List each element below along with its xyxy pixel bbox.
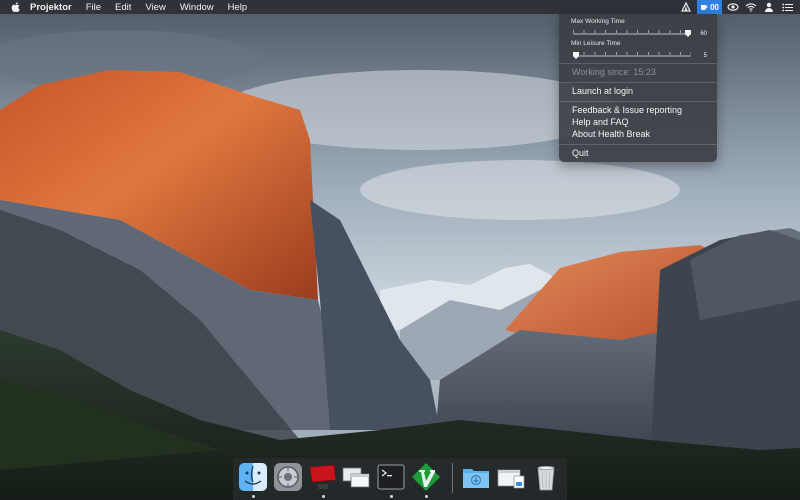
menu-window[interactable]: Window <box>180 2 214 13</box>
downloads-folder-icon[interactable] <box>461 462 491 492</box>
system-preferences-icon[interactable] <box>273 462 303 492</box>
trash-icon[interactable] <box>531 462 561 492</box>
max-working-time-control: Max Working Time 60 <box>571 18 707 38</box>
help-faq-item[interactable]: Help and FAQ <box>572 117 629 127</box>
max-working-time-slider[interactable] <box>573 33 691 35</box>
about-item[interactable]: About Health Break <box>572 129 650 139</box>
apple-menu-icon[interactable] <box>10 1 22 13</box>
running-indicator <box>322 495 325 498</box>
max-working-slider-thumb[interactable] <box>685 29 691 37</box>
wifi-icon[interactable] <box>744 0 758 14</box>
running-indicator <box>390 495 393 498</box>
health-break-timer: 00 <box>710 2 719 12</box>
coffee-cup-icon <box>701 5 708 10</box>
min-leisure-slider-thumb[interactable] <box>573 51 579 59</box>
max-working-time-label: Max Working Time <box>571 18 625 25</box>
eye-icon[interactable] <box>726 0 740 14</box>
max-working-time-value: 60 <box>700 31 707 37</box>
dock <box>233 458 567 500</box>
user-icon[interactable] <box>762 0 776 14</box>
quit-item[interactable]: Quit <box>572 148 589 158</box>
notification-center-icon[interactable] <box>780 0 794 14</box>
terminal-icon[interactable] <box>376 462 406 492</box>
menu-app-name[interactable]: Projektor <box>30 2 72 13</box>
min-leisure-time-label: Min Leisure Time <box>571 40 621 47</box>
vim-icon[interactable] <box>411 462 441 492</box>
menu-divider <box>559 82 717 83</box>
working-since-label: Working since: 15:23 <box>572 67 656 77</box>
menu-file[interactable]: File <box>86 2 101 13</box>
launch-at-login-item[interactable]: Launch at login <box>572 86 633 96</box>
menu-bar: Projektor File Edit View Window Help 00 <box>0 0 800 14</box>
mission-control-icon[interactable] <box>341 462 371 492</box>
min-leisure-time-slider[interactable] <box>573 55 691 57</box>
tent-icon[interactable] <box>679 0 693 14</box>
document-stack-icon[interactable] <box>496 462 526 492</box>
status-bar: 00 <box>675 0 794 14</box>
health-break-status-item[interactable]: 00 <box>697 0 722 14</box>
menu-edit[interactable]: Edit <box>115 2 131 13</box>
finder-icon[interactable] <box>238 462 268 492</box>
feedback-item[interactable]: Feedback & Issue reporting <box>572 105 682 115</box>
menu-help[interactable]: Help <box>228 2 248 13</box>
running-indicator <box>425 495 428 498</box>
health-break-menu: Max Working Time 60 Min Leisure Time 5 W… <box>559 14 717 162</box>
menu-divider <box>559 101 717 102</box>
running-indicator <box>252 495 255 498</box>
min-leisure-time-value: 5 <box>703 53 707 59</box>
menu-view[interactable]: View <box>145 2 165 13</box>
menu-divider <box>559 63 717 64</box>
projektor-icon[interactable] <box>308 462 338 492</box>
dock-separator <box>452 463 453 493</box>
min-leisure-time-control: Min Leisure Time 5 <box>571 40 707 60</box>
menu-divider <box>559 144 717 145</box>
